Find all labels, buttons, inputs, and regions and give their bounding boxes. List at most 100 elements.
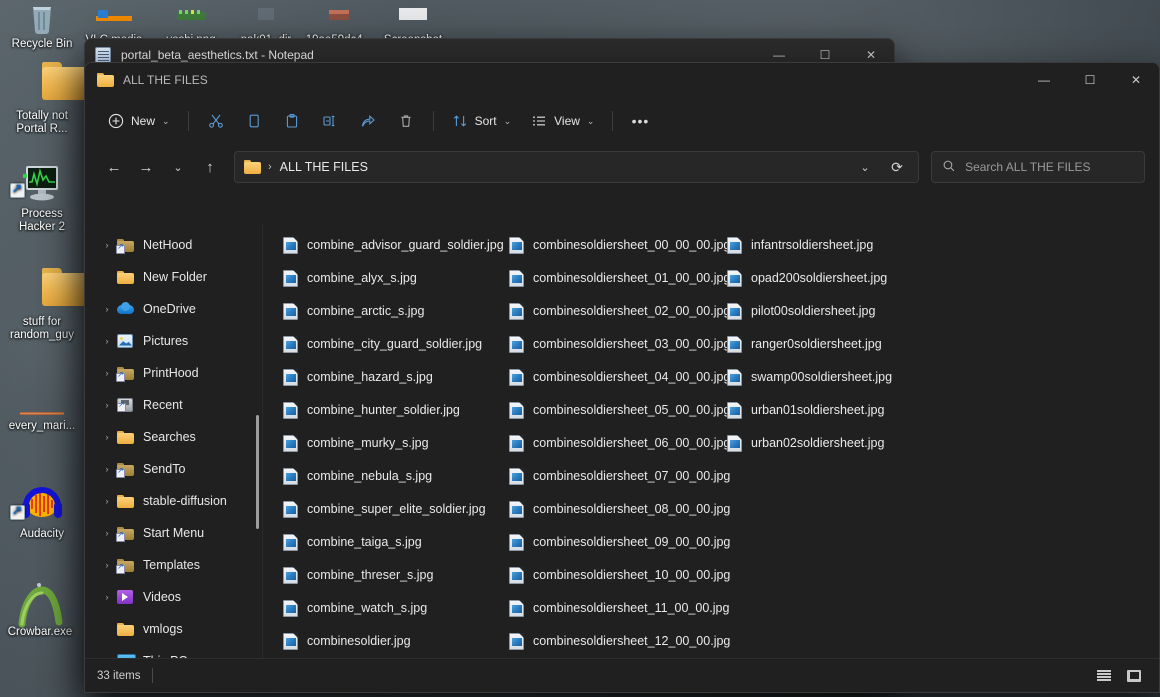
chevron-right-icon[interactable]: ›	[97, 400, 117, 410]
file-item[interactable]: combine_threser_s.jpg	[277, 561, 503, 589]
tree-item-vmlogs[interactable]: vmlogs	[89, 613, 256, 645]
jpg-file-icon	[509, 566, 524, 584]
chevron-right-icon[interactable]: ›	[97, 560, 117, 570]
paste-button[interactable]	[274, 105, 310, 137]
address-bar[interactable]: › ALL THE FILES ⌄ ⟳	[234, 151, 919, 183]
file-list-pane[interactable]: combine_advisor_guard_soldier.jpg combine…	[263, 223, 1159, 658]
share-button[interactable]	[350, 105, 386, 137]
tree-item-start-menu[interactable]: › Start Menu	[89, 517, 256, 549]
breadcrumb-path[interactable]: ALL THE FILES	[280, 160, 368, 174]
file-item[interactable]: combinesoldiersheet_04_00_00.jpg	[503, 363, 730, 391]
file-item[interactable]: combinesoldiersheet_03_00_00.jpg	[503, 330, 730, 358]
chevron-right-icon[interactable]: ›	[97, 240, 117, 250]
folder-shortcut-icon	[116, 558, 134, 574]
tree-item-pictures[interactable]: › Pictures	[89, 325, 256, 357]
file-item[interactable]: combinesoldiersheet_11_00_00.jpg	[503, 594, 729, 622]
back-button[interactable]: ←	[99, 152, 129, 182]
explorer-minimize-button[interactable]: —	[1021, 65, 1067, 96]
file-item[interactable]: combinesoldiersheet_00_00_00.jpg	[503, 231, 730, 259]
tree-item-sendto[interactable]: › SendTo	[89, 453, 256, 485]
file-item[interactable]: combinesoldiersheet_05_00_00.jpg	[503, 396, 730, 424]
file-item[interactable]: combine_super_elite_soldier.jpg	[277, 495, 503, 523]
explorer-titlebar[interactable]: ALL THE FILES — ☐ ✕	[85, 63, 1159, 97]
tree-item-onedrive[interactable]: › OneDrive	[89, 293, 256, 325]
file-item[interactable]: opad200soldiersheet.jpg	[721, 264, 1159, 292]
file-item[interactable]: combine_nebula_s.jpg	[277, 462, 503, 490]
chevron-right-icon[interactable]: ›	[97, 368, 117, 378]
file-item[interactable]: combinesoldiersheet_08_00_00.jpg	[503, 495, 730, 523]
tree-item-this-pc[interactable]: ⌄This PC	[89, 645, 256, 658]
chevron-right-icon[interactable]: ›	[97, 592, 117, 602]
file-item[interactable]: combinesoldiersheet_09_00_00.jpg	[503, 528, 730, 556]
cut-button[interactable]	[198, 105, 234, 137]
file-item[interactable]: combine_arctic_s.jpg	[277, 297, 503, 325]
tree-item-recent[interactable]: › Recent	[89, 389, 256, 421]
file-item[interactable]: combinesoldiersheet_10_00_00.jpg	[503, 561, 730, 589]
chevron-right-icon[interactable]: ›	[97, 336, 117, 346]
recent-locations-button[interactable]: ⌄	[163, 152, 193, 182]
sort-button[interactable]: Sort ⌄	[443, 105, 521, 137]
search-input[interactable]	[965, 160, 1134, 174]
more-options-button[interactable]: •••	[622, 105, 658, 137]
navigation-pane[interactable]: › NetHood New Folder › OneDrive › Pictures › Pri…	[85, 223, 263, 658]
address-dropdown-button[interactable]: ⌄	[850, 152, 880, 182]
file-item[interactable]: pilot00soldiersheet.jpg	[721, 297, 1159, 325]
search-box[interactable]	[931, 151, 1145, 183]
explorer-close-button[interactable]: ✕	[1113, 65, 1159, 96]
file-item[interactable]: urban01soldiersheet.jpg	[721, 396, 1159, 424]
file-item[interactable]: combine_hunter_soldier.jpg	[277, 396, 503, 424]
file-item[interactable]: combine_watch_s.jpg	[277, 594, 503, 622]
desktop-icon-recycle-bin[interactable]: Recycle Bin	[4, 0, 80, 51]
file-item[interactable]: swamp00soldiersheet.jpg	[721, 363, 1159, 391]
file-item[interactable]: combinesoldiersheet_12_00_00.jpg	[503, 627, 730, 655]
file-item[interactable]: urban02soldiersheet.jpg	[721, 429, 1159, 457]
tree-item-new-folder[interactable]: New Folder	[89, 261, 256, 293]
tree-item-searches[interactable]: › Searches	[89, 421, 256, 453]
chevron-right-icon[interactable]: ›	[97, 304, 117, 314]
desktop-icon-label: Recycle Bin	[11, 38, 73, 50]
file-name-label: combine_watch_s.jpg	[307, 601, 428, 615]
file-item[interactable]: combine_alyx_s.jpg	[277, 264, 503, 292]
file-item[interactable]: combine_taiga_s.jpg	[277, 528, 503, 556]
refresh-button[interactable]: ⟳	[882, 152, 912, 182]
tree-item-printhood[interactable]: › PrintHood	[89, 357, 256, 389]
desktop-icon-process-hacker-2[interactable]: Process Hacker 2	[4, 160, 80, 234]
file-item[interactable]: combinesoldiersheet_06_00_00.jpg	[503, 429, 730, 457]
file-item[interactable]: combinesoldiersheet_07_00_00.jpg	[503, 462, 730, 490]
desktop-icon-totally-not-portal[interactable]: Totally not Portal R...	[4, 62, 80, 136]
explorer-maximize-button[interactable]: ☐	[1067, 65, 1113, 96]
copy-button[interactable]	[236, 105, 272, 137]
folder-icon	[117, 270, 134, 285]
file-item[interactable]: combine_hazard_s.jpg	[277, 363, 503, 391]
tree-item-stable-diffusion[interactable]: › stable-diffusion	[89, 485, 256, 517]
up-button[interactable]: ↑	[195, 152, 225, 182]
tree-item-templates[interactable]: › Templates	[89, 549, 256, 581]
navigation-pane-scrollbar[interactable]	[256, 415, 259, 529]
desktop-icon-crowbar-exe[interactable]: Crowbar.exe	[2, 578, 78, 639]
desktop-icon-audacity[interactable]: Audacity	[4, 480, 80, 541]
file-item[interactable]: combinesoldier.jpg	[277, 627, 503, 655]
tiles-view-button[interactable]	[1121, 664, 1147, 688]
chevron-right-icon[interactable]: ›	[97, 528, 117, 538]
file-item[interactable]: combine_city_guard_soldier.jpg	[277, 330, 503, 358]
chevron-right-icon[interactable]: ›	[97, 496, 117, 506]
new-button[interactable]: New ⌄	[99, 105, 179, 137]
view-button[interactable]: View ⌄	[522, 105, 603, 137]
chevron-right-icon[interactable]: ›	[97, 464, 117, 474]
details-view-button[interactable]	[1091, 664, 1117, 688]
file-item[interactable]: combinesoldiersheet_01_00_00.jpg	[503, 264, 730, 292]
desktop-icon-every-mari[interactable]: every_mari...	[4, 372, 80, 433]
chevron-right-icon[interactable]: ›	[97, 432, 117, 442]
file-item[interactable]: infantrsoldiersheet.jpg	[721, 231, 1159, 259]
rename-button[interactable]	[312, 105, 348, 137]
file-explorer-window[interactable]: ALL THE FILES — ☐ ✕ New ⌄ Sort ⌄ View ⌄ …	[84, 62, 1160, 693]
delete-button[interactable]	[388, 105, 424, 137]
file-item[interactable]: combine_murky_s.jpg	[277, 429, 503, 457]
desktop-icon-stuff-for-random-guy[interactable]: stuff for random_guy	[4, 268, 80, 342]
tree-item-nethood[interactable]: › NetHood	[89, 229, 256, 261]
file-item[interactable]: combinesoldiersheet_02_00_00.jpg	[503, 297, 730, 325]
forward-button[interactable]: →	[131, 152, 161, 182]
file-item[interactable]: ranger0soldiersheet.jpg	[721, 330, 1159, 358]
file-item[interactable]: combine_advisor_guard_soldier.jpg	[277, 231, 504, 259]
tree-item-videos[interactable]: › Videos	[89, 581, 256, 613]
